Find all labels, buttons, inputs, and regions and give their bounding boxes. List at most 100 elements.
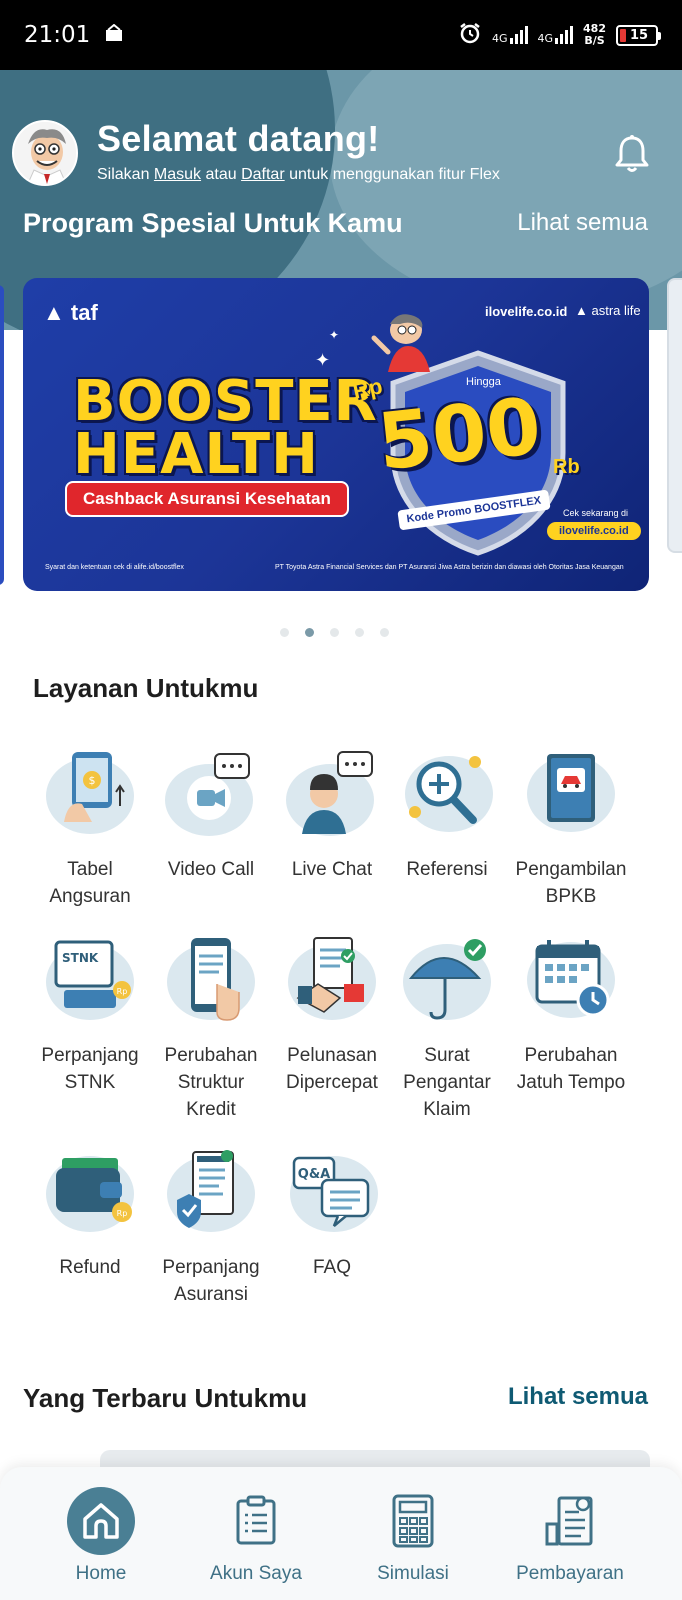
calculator-icon [379,1487,447,1555]
nav-pembayaran[interactable]: Pembayaran [495,1467,645,1585]
wallet-refund-icon: Rp [42,1144,138,1240]
service-label: Live Chat [291,859,373,880]
home-icon [67,1487,135,1555]
sparkle-icon: ✦ [315,350,331,370]
status-bar: 21:01 4G 4G 482 B/S 15 [0,0,682,70]
calendar-clock-icon [523,932,619,1028]
welcome-subtext: Silakan Masuk atau Daftar untuk mengguna… [97,166,500,183]
service-label: BPKB [545,886,597,907]
svg-text:STNK: STNK [62,951,99,965]
banner-headline-2: HEALTH [73,422,319,487]
carousel-dot[interactable] [380,628,389,637]
service-perubahan-jatuh-tempo[interactable]: Perubahan Jatuh Tempo [510,932,632,1096]
avatar[interactable] [12,120,78,186]
service-label: Perubahan [524,1045,618,1066]
credit-structure-phone-icon [163,932,259,1028]
carousel-dot[interactable] [355,628,364,637]
carousel-dot[interactable] [280,628,289,637]
login-link[interactable]: Masuk [154,166,201,183]
service-label: Pengambilan [515,859,627,880]
faq-bubble-icon: Q&A [284,1144,380,1240]
signal-icon-2: 4G [538,26,574,44]
carousel-next-peek[interactable] [667,278,682,553]
battery-icon: 15 [616,24,661,46]
service-surat-pengantar-klaim[interactable]: Surat Pengantar Klaim [386,932,508,1123]
service-perubahan-struktur-kredit[interactable]: Perubahan Struktur Kredit [150,932,272,1123]
service-label: Klaim [423,1099,471,1120]
ilovelife-logo: ilovelife.co.id [485,304,568,319]
service-label: Pelunasan [287,1045,377,1066]
alarm-icon [458,21,482,49]
promo-banner[interactable]: ▲ taf ilovelife.co.id ▲ astra life ✦ ✦ B… [23,278,649,591]
service-video-call[interactable]: Video Call [150,746,272,883]
notification-icon [104,23,124,47]
clipboard-icon [222,1487,290,1555]
service-label: Struktur [177,1072,245,1093]
signal-icon: 4G [492,26,528,44]
svg-text:Rp: Rp [117,1209,128,1218]
service-label: Perpanjang [41,1045,139,1066]
services-title: Layanan Untukmu [33,673,259,703]
register-link[interactable]: Daftar [241,166,285,183]
banner-amount: 500 [373,381,546,489]
bpkb-book-icon [523,746,619,842]
stnk-icon: STNK Rp [42,932,138,1028]
service-label: Refund [59,1257,121,1278]
video-call-icon [163,746,259,842]
bottom-navigation: Home Akun Saya Simulasi Pembayaran [0,1467,682,1600]
network-speed: 482 B/S [583,22,606,47]
service-label: Perpanjang [162,1257,260,1278]
receipt-icon [536,1487,604,1555]
bell-icon[interactable] [610,132,654,176]
service-label: Tabel [67,859,113,880]
svg-text:$: $ [89,774,96,787]
service-label: Pengantar [403,1072,491,1093]
service-label: Angsuran [49,886,131,907]
service-label: FAQ [312,1257,351,1278]
carousel-indicator [280,628,389,637]
installment-table-icon: $ [42,746,138,842]
service-label: STNK [64,1072,116,1093]
mascot-icon [371,314,430,372]
svg-text:Rp: Rp [117,987,128,996]
service-label: Surat [424,1045,470,1066]
carousel-prev-peek[interactable] [0,285,4,585]
service-faq[interactable]: Q&A FAQ [271,1144,393,1281]
service-label: Perubahan [164,1045,258,1066]
nav-home[interactable]: Home [26,1467,176,1585]
service-pengambilan-bpkb[interactable]: Pengambilan BPKB [510,746,632,910]
status-time: 21:01 [24,22,91,48]
latest-see-all-link[interactable]: Lihat semua [508,1383,648,1411]
service-live-chat[interactable]: Live Chat [271,746,393,883]
carousel-dot[interactable] [330,628,339,637]
welcome-title: Selamat datang! [97,118,380,159]
nav-akun-saya[interactable]: Akun Saya [181,1467,331,1585]
service-pelunasan-dipercepat[interactable]: Pelunasan Dipercepat [271,932,393,1096]
nav-simulasi[interactable]: Simulasi [338,1467,488,1585]
banner-cek: Cek sekarang di [563,508,629,518]
banner-terms: Syarat dan ketentuan cek di alife.id/boo… [45,564,184,571]
nav-label: Simulasi [377,1563,449,1584]
umbrella-claim-icon [399,932,495,1028]
service-label: Referensi [406,859,488,880]
service-perpanjang-asuransi[interactable]: Perpanjang Asuransi [150,1144,272,1308]
promo-section-title: Program Spesial Untuk Kamu [23,208,403,238]
handshake-document-icon [284,932,380,1028]
live-chat-icon [284,746,380,842]
service-label: Kredit [186,1099,236,1120]
promo-see-all-link[interactable]: Lihat semua [517,209,648,237]
insurance-document-icon [163,1144,259,1240]
nav-label: Home [75,1563,127,1584]
service-perpanjang-stnk[interactable]: STNK Rp Perpanjang STNK [29,932,151,1096]
nav-label: Pembayaran [516,1563,624,1584]
banner-cashback-badge: Cashback Asuransi Kesehatan [65,481,349,517]
banner-url-pill: ilovelife.co.id [547,522,641,540]
latest-section-title: Yang Terbaru Untukmu [23,1383,308,1413]
service-label: Asuransi [174,1284,248,1305]
carousel-dot-active[interactable] [305,628,314,637]
service-referensi[interactable]: Referensi [386,746,508,883]
service-tabel-angsuran[interactable]: $ Tabel Angsuran [29,746,151,910]
astra-life-logo: ▲ astra life [575,303,641,318]
service-refund[interactable]: Rp Refund [29,1144,151,1281]
service-label: Dipercepat [286,1072,378,1093]
